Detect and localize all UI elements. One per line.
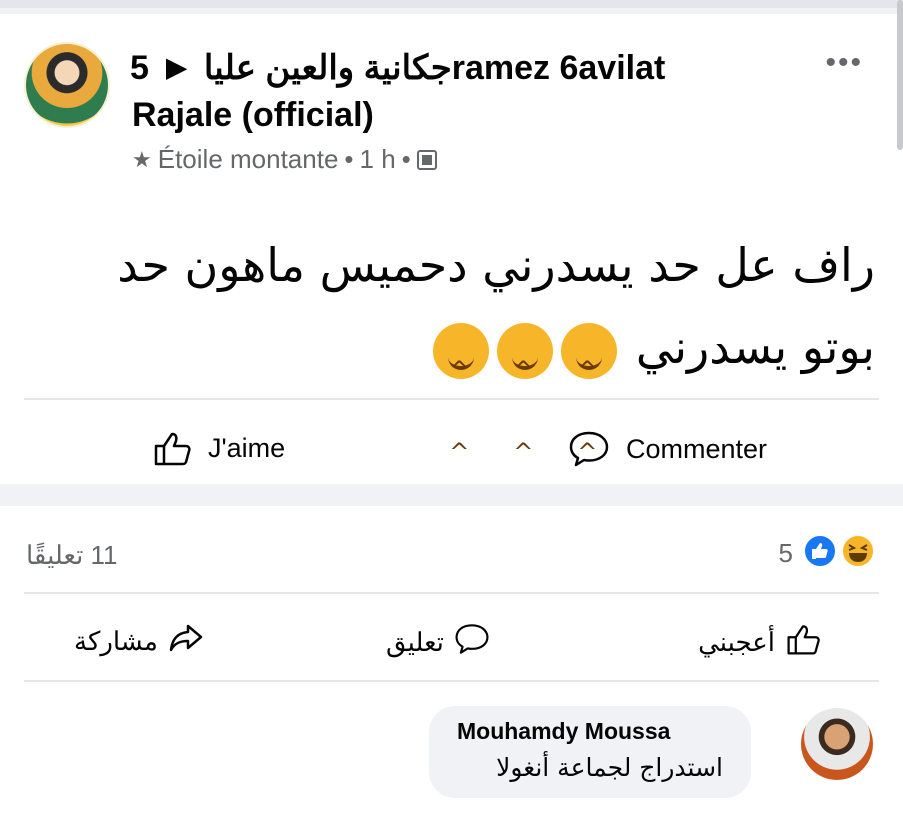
thumbs-up-icon bbox=[152, 430, 192, 466]
post-text-line2: بوتو يسدرني bbox=[635, 320, 875, 374]
comment-label: Commenter bbox=[626, 433, 768, 464]
divider bbox=[24, 592, 879, 594]
divider bbox=[24, 680, 879, 682]
comment-button[interactable]: Commenter bbox=[568, 430, 767, 468]
post-time[interactable]: 1 h bbox=[360, 144, 396, 175]
post-text-line1: راف عل حد يسدرني دحميس ماهون حد bbox=[117, 238, 875, 292]
like-button-ar[interactable]: أعجبني bbox=[698, 622, 821, 663]
arrow-right-icon: ▶ bbox=[166, 52, 187, 82]
badge-label: Étoile montante bbox=[157, 144, 339, 174]
haha-reaction-icon bbox=[841, 534, 875, 573]
author-avatar[interactable] bbox=[24, 42, 110, 128]
post-card: جكانية والعين عليا ▶ 5ramez 6avilat Raja… bbox=[0, 14, 903, 493]
like-label: J'aime bbox=[208, 432, 286, 463]
reactions-section: 11 تعليقًا 5 أعجبني تعليق مشاركة Mouhamd… bbox=[0, 506, 903, 818]
author-name-continued[interactable]: Rajale (official) bbox=[132, 96, 374, 135]
reactions-count: 5 bbox=[778, 538, 793, 568]
divider bbox=[24, 398, 879, 400]
share-button-ar[interactable]: مشاركة bbox=[74, 622, 204, 661]
post-header: جكانية والعين عليا ▶ 5ramez 6avilat bbox=[130, 48, 665, 88]
comment-button-ar[interactable]: تعليق bbox=[386, 622, 490, 663]
reactions-summary[interactable]: 5 bbox=[779, 534, 875, 573]
meta-separator: • bbox=[344, 144, 354, 174]
more-options-icon[interactable]: ••• bbox=[825, 46, 863, 80]
scrollbar[interactable] bbox=[897, 0, 903, 150]
like-button[interactable]: J'aime bbox=[152, 430, 285, 466]
comment-bubble: Mouhamdy Moussa استدراج لجماعة أنغولا bbox=[429, 706, 751, 798]
like-reaction-icon bbox=[803, 534, 837, 573]
commenter-name[interactable]: Mouhamdy Moussa bbox=[457, 718, 723, 745]
smiling-face-icon bbox=[497, 322, 554, 493]
post-text-line2-wrap: بوتو يسدرني bbox=[15, 306, 875, 493]
commenter-avatar[interactable] bbox=[801, 708, 873, 780]
star-icon: ★ bbox=[132, 146, 152, 172]
audience-icon[interactable] bbox=[416, 149, 437, 170]
share-label-ar: مشاركة bbox=[74, 626, 158, 656]
like-label-ar: أعجبني bbox=[698, 627, 775, 657]
smiling-face-icon bbox=[433, 322, 490, 493]
comment-text: استدراج لجماعة أنغولا bbox=[496, 753, 723, 782]
comments-count-link[interactable]: 11 تعليقًا bbox=[26, 540, 118, 571]
post-meta: ★ Étoile montante • 1 h • bbox=[132, 144, 437, 175]
thumbs-up-icon bbox=[785, 622, 821, 663]
comment-bubble-icon bbox=[568, 430, 610, 468]
top-border bbox=[0, 0, 903, 8]
section-separator bbox=[0, 484, 903, 506]
meta-separator: • bbox=[401, 144, 411, 174]
comment-label-ar: تعليق bbox=[386, 627, 444, 657]
post-text: راف عل حد يسدرني دحميس ماهون حد بوتو يسد… bbox=[15, 224, 875, 493]
group-name-link[interactable]: جكانية والعين عليا bbox=[204, 49, 452, 87]
smiling-face-icon bbox=[561, 322, 618, 493]
comment-bubble-icon bbox=[454, 622, 490, 663]
share-arrow-icon bbox=[168, 622, 204, 661]
